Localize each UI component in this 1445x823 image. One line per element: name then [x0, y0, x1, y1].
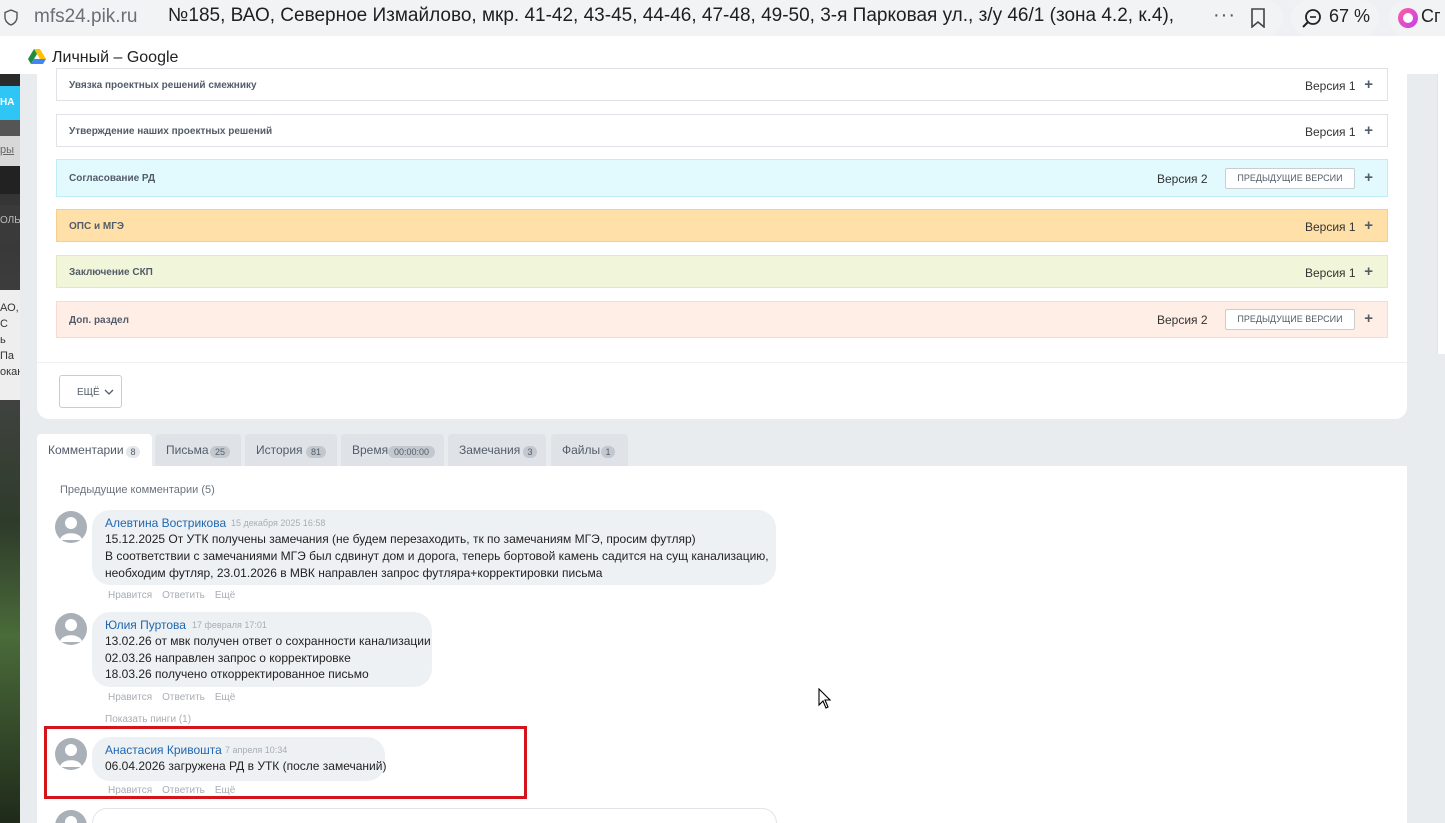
zoom-icon: [1302, 9, 1321, 28]
plus-icon[interactable]: +: [1364, 76, 1373, 93]
tab-time[interactable]: Время 00:00:00: [341, 434, 444, 466]
comment-text-line: 18.03.26 получено откорректированное пис…: [105, 667, 369, 681]
previous-comments-link[interactable]: Предыдущие комментарии (5): [60, 484, 215, 496]
avatar: [55, 810, 87, 823]
avatar[interactable]: [55, 613, 87, 645]
section-title: Увязка проектных решений смежнику: [69, 80, 257, 91]
tab-files[interactable]: Файлы 1: [551, 434, 628, 466]
comment-author[interactable]: Юлия Пуртова: [105, 618, 186, 632]
user-icon: [60, 517, 82, 540]
avatar[interactable]: [55, 511, 87, 543]
reply-link[interactable]: Ответить: [162, 692, 205, 703]
section-title: Утверждение наших проектных решений: [69, 126, 273, 137]
section-title: Согласование РД: [69, 173, 156, 184]
like-link[interactable]: Нравится: [108, 692, 152, 703]
sidebar-link[interactable]: ры: [0, 136, 20, 166]
comment-text-line: 02.03.26 направлен запрос о корректировк…: [105, 651, 351, 665]
plus-icon[interactable]: +: [1364, 122, 1373, 139]
comment-input[interactable]: [92, 808, 777, 823]
comment-text-line: 13.02.26 от мвк получен ответ о сохранно…: [105, 634, 431, 648]
tab-count: 8: [126, 446, 140, 458]
more-link[interactable]: Ещё: [215, 692, 235, 703]
sidebar-dark-item: [0, 120, 20, 136]
bookmark-item-google[interactable]: Личный – Google: [52, 49, 178, 67]
zoom-value: 67 %: [1329, 6, 1371, 26]
highlight-box: [44, 726, 527, 799]
tab-label: Файлы: [562, 443, 601, 457]
tab-count: 3: [523, 446, 537, 458]
comment-actions: Нравится Ответить Ещё: [108, 692, 245, 703]
show-pings-link[interactable]: Показать пинги (1): [105, 714, 191, 725]
tab-label: Письма: [166, 443, 209, 457]
section-version: Версия 2: [1157, 313, 1208, 327]
alice-button[interactable]: Сг: [1389, 0, 1445, 36]
section-row[interactable]: Заключение СКП Версия 1 +: [56, 255, 1388, 288]
user-icon: [65, 816, 77, 823]
address-bar[interactable]: mfs24.pik.ru №185, ВАО, Северное Измайло…: [0, 0, 1283, 36]
tab-letters[interactable]: Письма 25: [155, 434, 241, 466]
more-button[interactable]: ЕЩЁ: [59, 375, 122, 408]
reply-link[interactable]: Ответить: [162, 590, 205, 601]
sidebar-address: АО, С ь Па окан: [0, 290, 20, 400]
url-domain[interactable]: mfs24.pik.ru: [34, 6, 137, 28]
section-version: Версия 1: [1305, 220, 1356, 234]
tab-count: 1: [601, 446, 615, 458]
plus-icon[interactable]: +: [1364, 310, 1373, 327]
comment-actions: Нравится Ответить Ещё: [108, 590, 245, 601]
page-title[interactable]: №185, ВАО, Северное Измайлово, мкр. 41-4…: [168, 5, 1178, 27]
comment-text-line: 15.12.2025 От УТК получены замечания (не…: [105, 532, 696, 546]
plus-icon[interactable]: +: [1364, 217, 1373, 234]
previous-versions-button[interactable]: ПРЕДЫДУЩИЕ ВЕРСИИ: [1225, 309, 1355, 330]
tab-remarks[interactable]: Замечания 3: [448, 434, 546, 466]
more-button-label: ЕЩЁ: [77, 387, 100, 398]
sidebar-black-item: [0, 166, 20, 194]
divider: [37, 362, 1407, 363]
user-icon: [60, 619, 82, 642]
tab-comments[interactable]: Комментарии 8: [37, 434, 152, 466]
right-panel-edge: [1437, 74, 1445, 354]
shield-icon[interactable]: [4, 9, 18, 26]
alice-label: Сг: [1421, 6, 1441, 26]
zoom-control[interactable]: 67 %: [1291, 0, 1379, 36]
mouse-cursor-icon: [818, 688, 832, 709]
google-drive-icon[interactable]: [28, 49, 46, 65]
tab-count: 81: [306, 446, 326, 458]
more-dots-icon[interactable]: ···: [1213, 4, 1236, 27]
section-title: ОПС и МГЭ: [69, 221, 125, 232]
tab-label: Время: [352, 443, 389, 457]
bookmark-icon[interactable]: [1250, 8, 1266, 28]
previous-versions-button[interactable]: ПРЕДЫДУЩИЕ ВЕРСИИ: [1225, 168, 1355, 189]
like-link[interactable]: Нравится: [108, 590, 152, 601]
plus-icon[interactable]: +: [1364, 263, 1373, 280]
comment-author[interactable]: Алевтина Вострикова: [105, 516, 226, 530]
section-title: Заключение СКП: [69, 267, 153, 278]
chevron-icon[interactable]: ›: [0, 47, 1, 63]
tab-history[interactable]: История 81: [245, 434, 337, 466]
comment-date[interactable]: 15 декабря 2025 16:58: [231, 518, 325, 528]
comment-text-line: необходим футляр, 23.01.2026 в МВК напра…: [105, 566, 603, 580]
plus-icon[interactable]: +: [1364, 169, 1373, 186]
section-version: Версия 1: [1305, 266, 1356, 280]
section-title: Доп. раздел: [69, 315, 129, 326]
section-row[interactable]: Утверждение наших проектных решений Верс…: [56, 114, 1388, 147]
section-version: Версия 1: [1305, 125, 1356, 139]
section-row[interactable]: Доп. раздел Версия 2 ПРЕДЫДУЩИЕ ВЕРСИИ +: [56, 301, 1388, 338]
tab-label: Замечания: [459, 443, 521, 457]
alice-icon: [1398, 8, 1418, 28]
chevron-down-icon: [104, 389, 114, 395]
tab-count: 25: [210, 446, 230, 458]
section-row[interactable]: Согласование РД Версия 2 ПРЕДЫДУЩИЕ ВЕРС…: [56, 159, 1388, 197]
sidebar-cyan-item[interactable]: НА: [0, 86, 20, 120]
comment-date[interactable]: 17 февраля 17:01: [192, 620, 267, 630]
tab-label: Комментарии: [48, 443, 124, 457]
sidebar-label: ОЛЬ: [0, 205, 20, 245]
section-row[interactable]: ОПС и МГЭ Версия 1 +: [56, 209, 1388, 242]
tab-label: История: [256, 443, 303, 457]
more-link[interactable]: Ещё: [215, 590, 235, 601]
section-version: Версия 1: [1305, 79, 1356, 93]
section-version: Версия 2: [1157, 172, 1208, 186]
tab-count: 00:00:00: [388, 446, 435, 458]
comment-text-line: В соответствии с замечаниями МГЭ был сдв…: [105, 549, 769, 563]
section-row[interactable]: Увязка проектных решений смежнику Версия…: [56, 68, 1388, 101]
